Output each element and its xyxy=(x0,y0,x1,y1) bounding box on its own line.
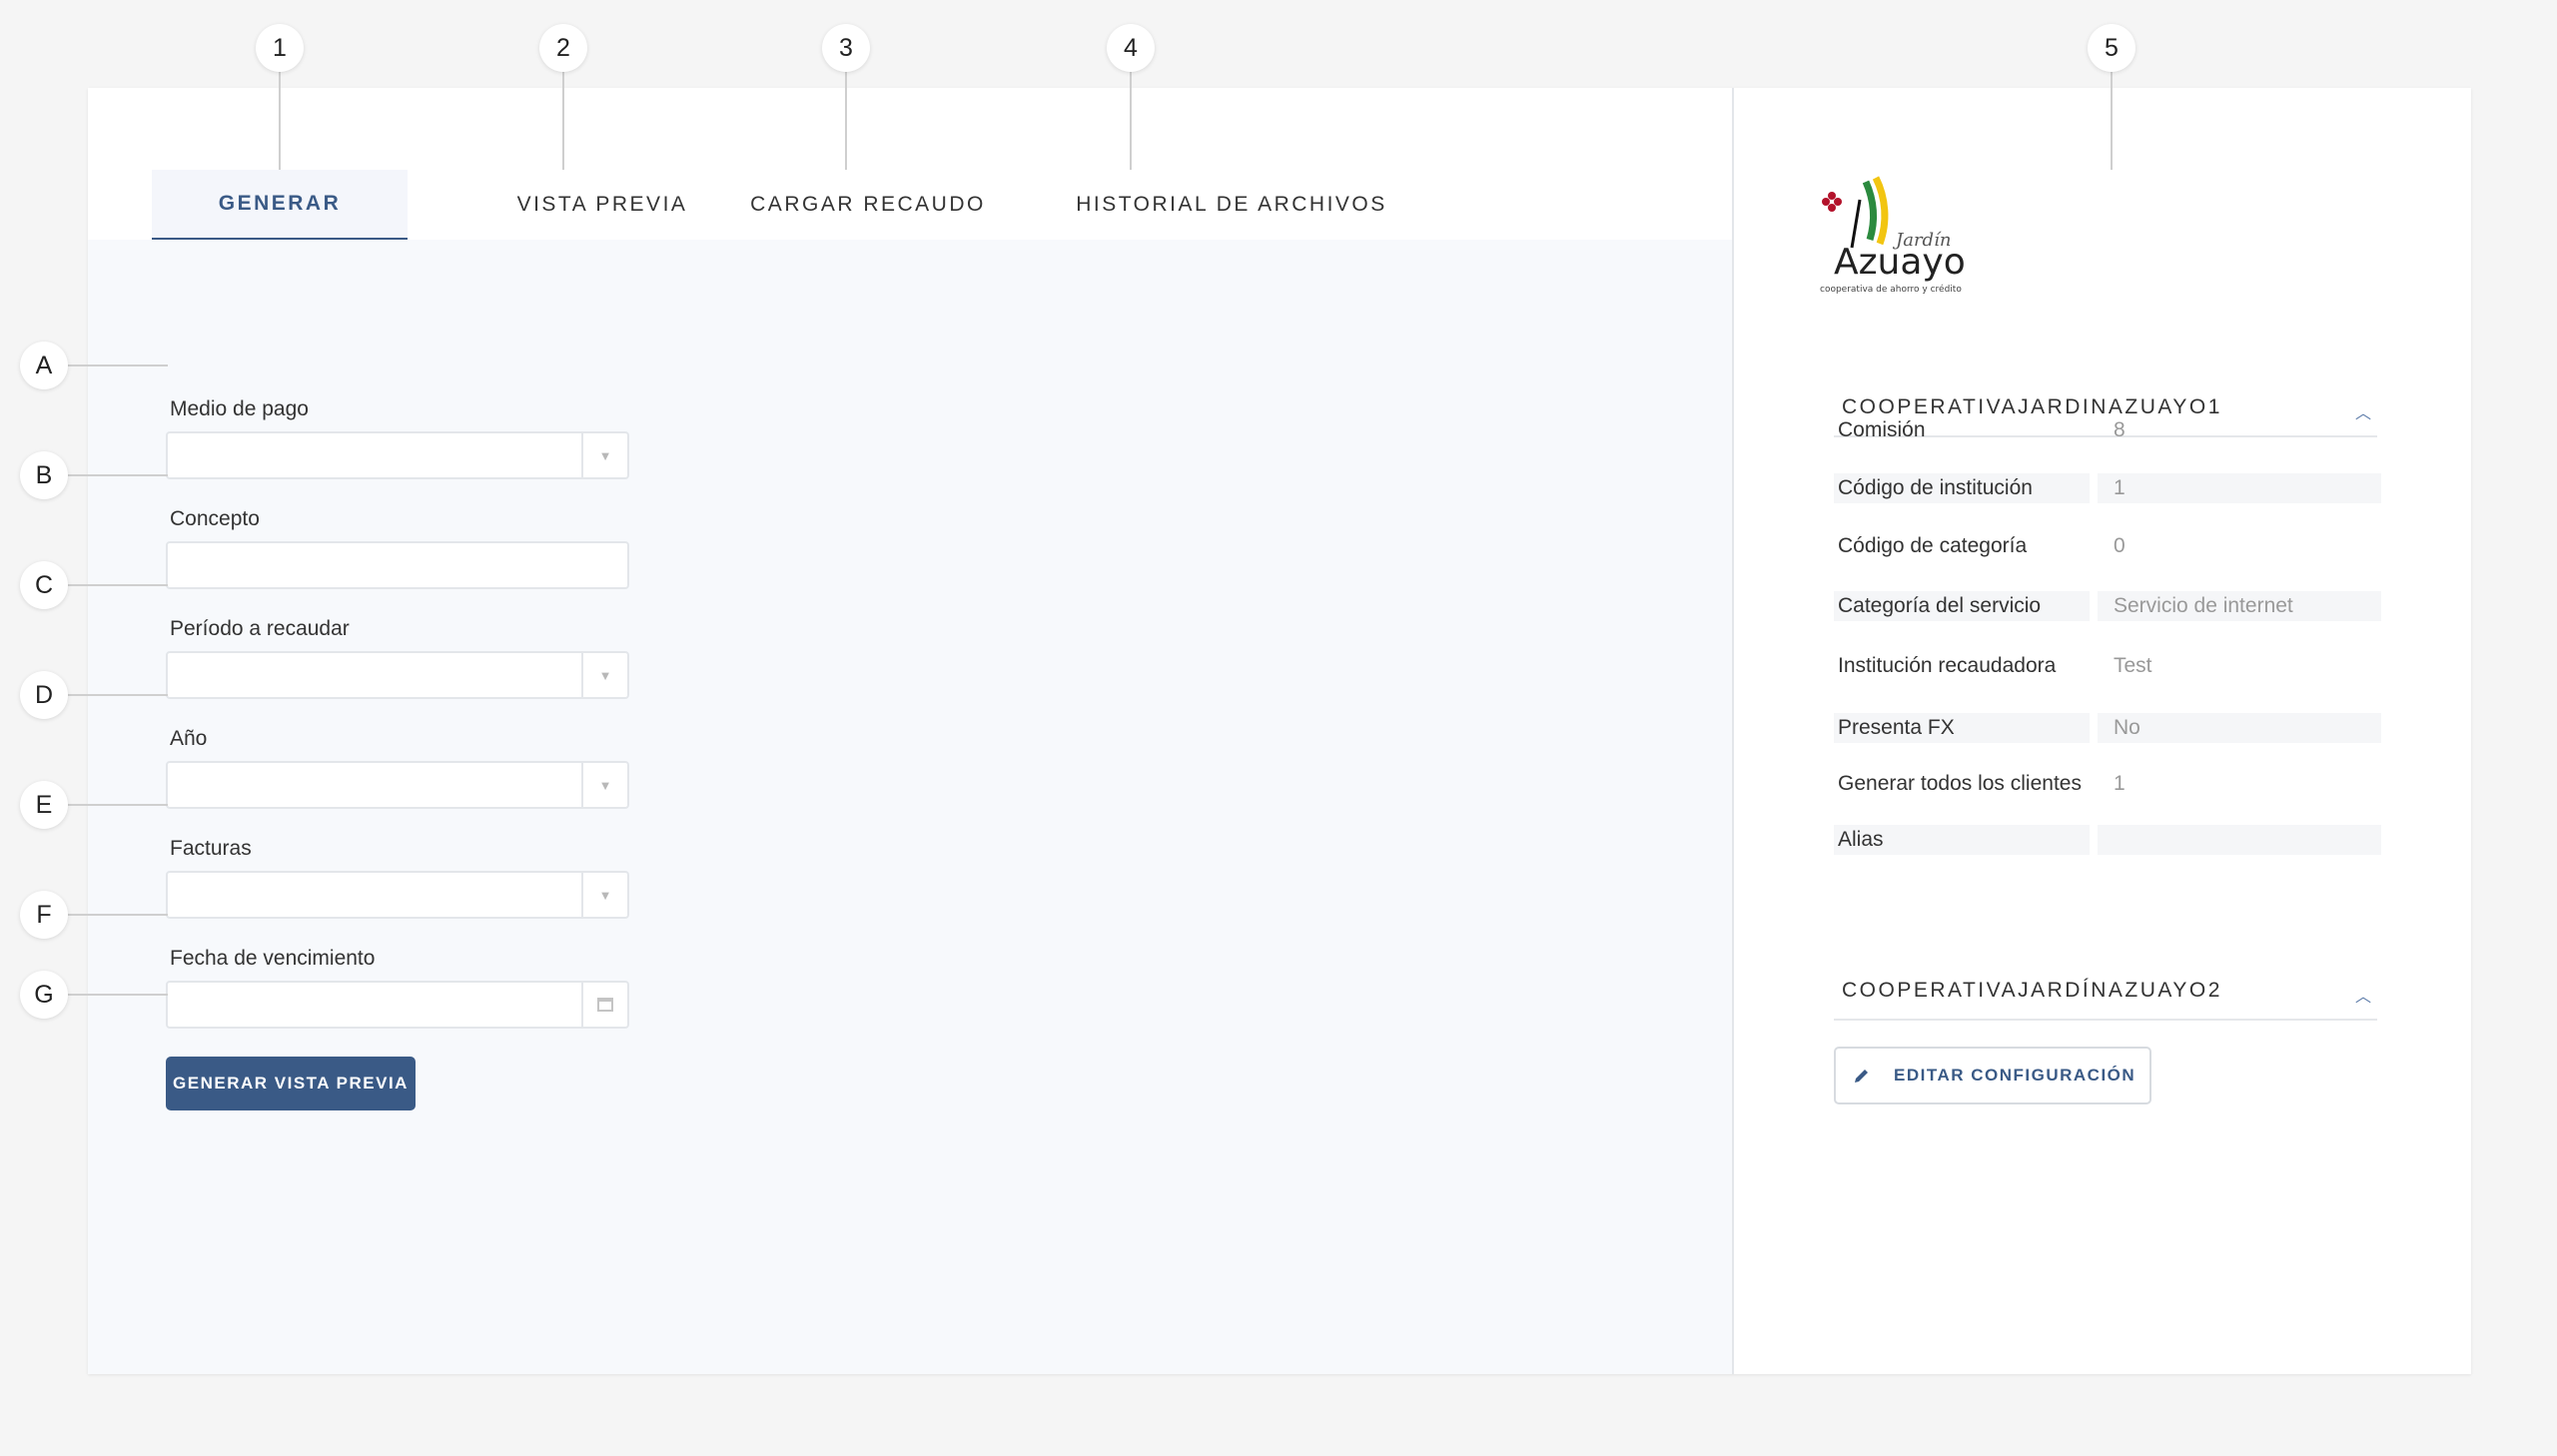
generar-vista-previa-button[interactable]: GENERAR VISTA PREVIA xyxy=(166,1057,416,1110)
callout-F: F xyxy=(20,891,68,939)
caret-down-icon[interactable]: ▼ xyxy=(581,433,627,477)
callout-3: 3 xyxy=(822,24,870,72)
callout-line-1 xyxy=(279,72,281,170)
callout-E: E xyxy=(20,781,68,829)
periodo-select[interactable]: ▼ xyxy=(166,651,629,699)
prop-value: 0 xyxy=(2114,534,2126,557)
facturas-select[interactable]: ▼ xyxy=(166,871,629,919)
anio-label: Año xyxy=(170,727,208,750)
callout-line-A xyxy=(68,364,168,366)
periodo-label: Período a recaudar xyxy=(170,617,350,640)
jardin-azuayo-logo: Jardín Azuayo cooperativa de ahorro y cr… xyxy=(1804,170,1984,298)
facturas-label: Facturas xyxy=(170,837,252,860)
medio-de-pago-select[interactable]: ▼ xyxy=(166,431,629,479)
svg-text:cooperativa de ahorro y crédit: cooperativa de ahorro y crédito xyxy=(1820,284,1962,295)
callout-1: 1 xyxy=(256,24,304,72)
callout-line-C xyxy=(68,584,168,586)
prop-row-codigo-institucion: Código de institución 1 xyxy=(1834,473,2381,503)
prop-value xyxy=(2098,825,2381,855)
callout-line-D xyxy=(68,694,168,696)
prop-key: Generar todos los clientes xyxy=(1838,772,2082,795)
prop-key: Alias xyxy=(1834,825,2090,855)
callout-B: B xyxy=(20,451,68,499)
concepto-label: Concepto xyxy=(170,507,260,530)
callout-line-4 xyxy=(1130,72,1132,170)
prop-row-generar-todos: Generar todos los clientes 1 xyxy=(1834,769,2381,799)
prop-key: Categoría del servicio xyxy=(1834,591,2090,621)
prop-key: Presenta FX xyxy=(1834,713,2090,743)
callout-line-E xyxy=(68,804,168,806)
prop-row-categoria-servicio: Categoría del servicio Servicio de inter… xyxy=(1834,591,2381,621)
callout-4: 4 xyxy=(1107,24,1155,72)
callout-line-G xyxy=(68,994,168,996)
prop-value: 8 xyxy=(2114,418,2126,441)
callout-line-B xyxy=(68,474,168,476)
calendar-icon[interactable] xyxy=(581,983,627,1027)
pencil-icon xyxy=(1855,1070,1868,1083)
main-card: GENERAR VISTA PREVIA CARGAR RECAUDO HIST… xyxy=(88,88,2471,1374)
callout-A: A xyxy=(20,342,68,389)
fecha-vencimiento-label: Fecha de vencimiento xyxy=(170,947,376,970)
config-panel: Jardín Azuayo cooperativa de ahorro y cr… xyxy=(1734,88,2471,1374)
caret-down-icon[interactable]: ▼ xyxy=(581,763,627,807)
callout-2: 2 xyxy=(539,24,587,72)
chevron-up-icon[interactable]: ︿ xyxy=(2355,983,2371,1007)
left-panel: GENERAR VISTA PREVIA CARGAR RECAUDO HIST… xyxy=(88,88,1732,1374)
prop-key: Institución recaudadora xyxy=(1838,654,2057,677)
prop-value: No xyxy=(2098,713,2381,743)
prop-key: Código de categoría xyxy=(1838,534,2028,557)
prop-value: Servicio de internet xyxy=(2098,591,2381,621)
prop-key: Comisión xyxy=(1838,418,1926,441)
prop-value: 1 xyxy=(2098,473,2381,503)
callout-line-2 xyxy=(562,72,564,170)
fecha-vencimiento-input[interactable] xyxy=(166,981,629,1029)
callout-D: D xyxy=(20,671,68,719)
callout-5: 5 xyxy=(2088,24,2135,72)
prop-row-presenta-fx: Presenta FX No xyxy=(1834,713,2381,743)
svg-text:Azuayo: Azuayo xyxy=(1834,242,1966,283)
callout-G: G xyxy=(20,971,68,1019)
prop-key: Código de institución xyxy=(1834,473,2090,503)
callout-line-3 xyxy=(845,72,847,170)
section-title: COOPERATIVAJARDÍNAZUAYO2 xyxy=(1842,979,2222,1002)
prop-row-institucion-recaudadora: Institución recaudadora Test xyxy=(1834,651,2381,681)
caret-down-icon[interactable]: ▼ xyxy=(581,653,627,697)
prop-row-alias: Alias xyxy=(1834,825,2381,855)
callout-line-5 xyxy=(2111,72,2113,170)
medio-de-pago-label: Medio de pago xyxy=(170,397,309,420)
anio-select[interactable]: ▼ xyxy=(166,761,629,809)
generate-form: Medio de pago ▼ Concepto Período a recau… xyxy=(88,240,1732,1374)
prop-row-codigo-categoria: Código de categoría 0 xyxy=(1834,531,2381,561)
callout-line-F xyxy=(68,914,168,916)
concepto-input[interactable] xyxy=(166,541,629,589)
editar-configuracion-button[interactable]: EDITAR CONFIGURACIÓN xyxy=(1834,1047,2151,1104)
prop-row-comision: Comisión 8 xyxy=(1834,415,2381,445)
tab-bar: GENERAR VISTA PREVIA CARGAR RECAUDO HIST… xyxy=(88,88,1732,240)
prop-value: 1 xyxy=(2114,772,2126,795)
tab-cargar-recaudo[interactable]: CARGAR RECAUDO xyxy=(733,170,1003,240)
section-header-2[interactable]: COOPERATIVAJARDÍNAZUAYO2 ︿ xyxy=(1834,961,2377,1021)
caret-down-icon[interactable]: ▼ xyxy=(581,873,627,917)
tab-vista-previa[interactable]: VISTA PREVIA xyxy=(471,170,733,240)
callout-C: C xyxy=(20,561,68,609)
tab-historial-de-archivos[interactable]: HISTORIAL DE ARCHIVOS xyxy=(1003,170,1460,240)
tab-generar[interactable]: GENERAR xyxy=(152,170,408,240)
prop-value: Test xyxy=(2114,654,2152,677)
logo-graphic: Jardín Azuayo cooperativa de ahorro y cr… xyxy=(1820,176,1966,295)
